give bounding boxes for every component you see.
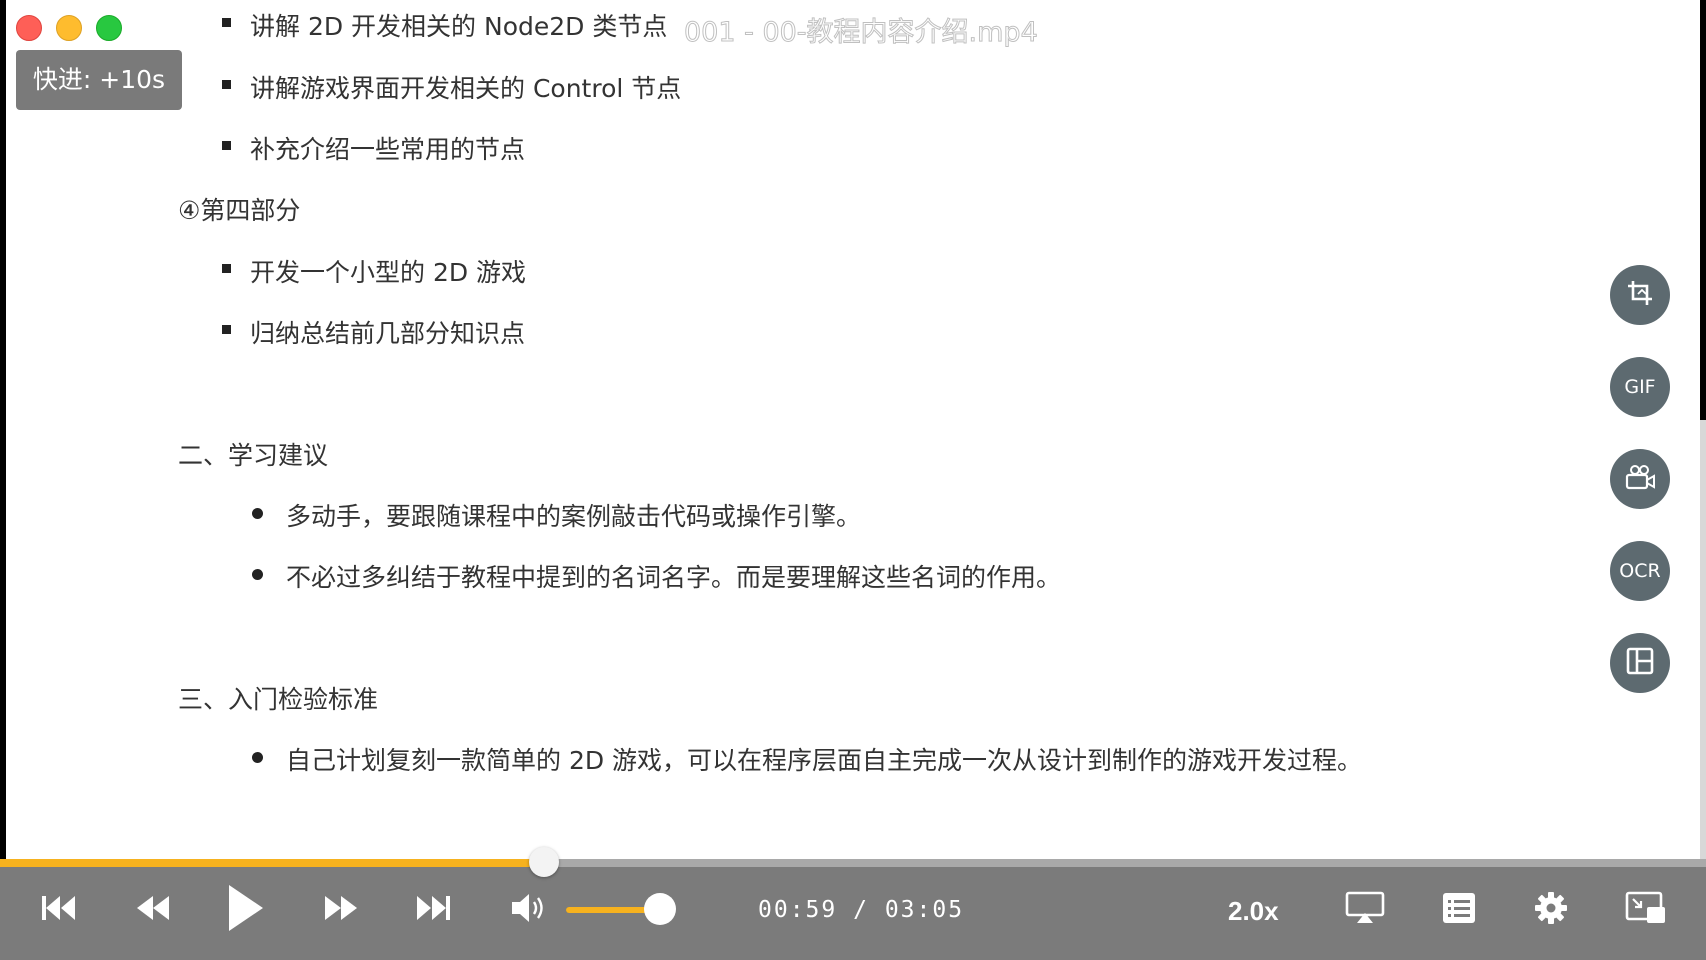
bullet: [252, 569, 263, 580]
video-frame[interactable]: 讲解 2D 开发相关的 Node2D 类节点 讲解游戏界面开发相关的 Contr…: [6, 0, 1700, 860]
fast-forward-icon: [322, 893, 360, 927]
airplay-button[interactable]: [1344, 887, 1386, 933]
bullet: [222, 141, 231, 150]
next-button[interactable]: [412, 887, 454, 933]
slide-list-item: 不必过多纠结于教程中提到的名词名字。而是要理解这些名词的作用。: [286, 563, 1062, 592]
picture-in-picture-button[interactable]: [1624, 887, 1668, 933]
pip-icon: [1625, 891, 1667, 929]
current-time: 00:59: [758, 897, 838, 923]
layout-button[interactable]: [1610, 633, 1670, 693]
layout-icon: [1625, 646, 1655, 681]
slide-heading: 二、学习建议: [178, 441, 329, 470]
bullet: [252, 752, 263, 763]
rewind-button[interactable]: [132, 887, 174, 933]
fast-forward-button[interactable]: [320, 887, 362, 933]
slide-list-item: 归纳总结前几部分知识点: [250, 319, 526, 348]
previous-button[interactable]: [38, 887, 80, 933]
bullet: [252, 508, 263, 519]
airplay-icon: [1345, 891, 1385, 929]
playlist-button[interactable]: [1438, 887, 1480, 933]
volume-handle[interactable]: [643, 893, 676, 925]
seek-toast: 快进: +10s: [16, 50, 182, 110]
video-camera-icon: [1623, 462, 1657, 497]
rewind-icon: [134, 893, 172, 927]
volume-button[interactable]: [508, 887, 550, 933]
playlist-icon: [1441, 891, 1477, 929]
speaker-icon: [509, 890, 549, 930]
play-icon: [225, 883, 265, 937]
window-edge: [1700, 420, 1706, 860]
bullet: [222, 325, 231, 334]
slide-list-item: 自己计划复刻一款简单的 2D 游戏，可以在程序层面自主完成一次从设计到制作的游戏…: [286, 746, 1363, 775]
slide-list-item: 多动手，要跟随课程中的案例敲击代码或操作引擎。: [286, 502, 862, 531]
progress-handle[interactable]: [529, 847, 560, 877]
slide-list-item: 开发一个小型的 2D 游戏: [250, 258, 527, 287]
settings-button[interactable]: [1530, 887, 1572, 933]
slide-list-item: 补充介绍一些常用的节点: [250, 135, 526, 164]
skip-next-icon: [414, 893, 452, 927]
progress-bar[interactable]: [0, 859, 1706, 867]
minimize-window-button[interactable]: [56, 15, 82, 41]
screenshot-crop-button[interactable]: [1610, 265, 1670, 325]
play-button[interactable]: [222, 882, 268, 938]
ocr-label: OCR: [1619, 560, 1661, 582]
gif-label: GIF: [1624, 376, 1656, 398]
maximize-window-button[interactable]: [96, 15, 122, 41]
ocr-button[interactable]: OCR: [1610, 541, 1670, 601]
slide-subheading: ④第四部分: [178, 196, 301, 225]
skip-previous-icon: [40, 893, 78, 927]
video-title: 001 - 00-教程内容介绍.mp4: [684, 17, 1039, 49]
crop-icon: [1625, 278, 1655, 313]
bullet: [222, 80, 231, 89]
slide-heading: 三、入门检验标准: [178, 685, 379, 714]
gear-icon: [1534, 891, 1568, 929]
bullet: [222, 264, 231, 273]
slide-list-item: 讲解 2D 开发相关的 Node2D 类节点: [250, 12, 668, 41]
playback-speed-button[interactable]: 2.0x: [1228, 896, 1279, 927]
time-display: 00:59 / 03:05: [758, 897, 964, 923]
progress-fill: [0, 859, 545, 867]
slide-list-item: 讲解游戏界面开发相关的 Control 节点: [250, 74, 682, 103]
close-window-button[interactable]: [16, 15, 42, 41]
record-video-button[interactable]: [1610, 449, 1670, 509]
duration: 03:05: [884, 897, 965, 923]
time-separator: /: [853, 897, 869, 923]
gif-button[interactable]: GIF: [1610, 357, 1670, 417]
bullet: [222, 18, 231, 27]
player-window: 讲解 2D 开发相关的 Node2D 类节点 讲解游戏界面开发相关的 Contr…: [0, 0, 1706, 960]
